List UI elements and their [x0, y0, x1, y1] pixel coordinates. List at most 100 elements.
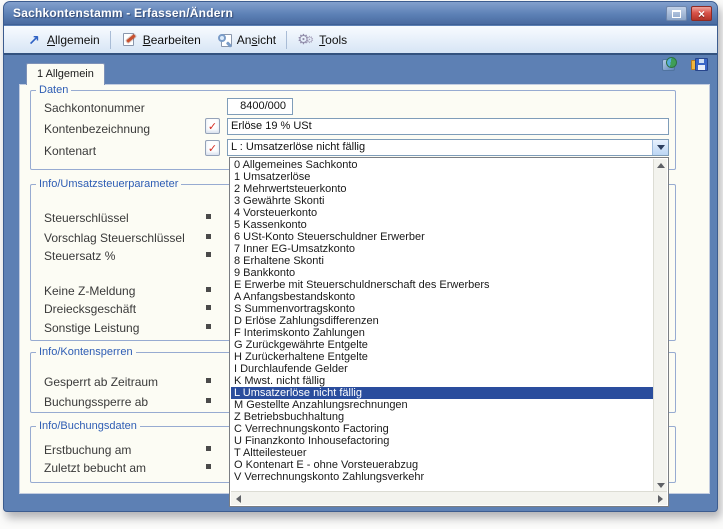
scroll-down-button[interactable]	[654, 479, 668, 491]
label-sonstige-leistung: Sonstige Leistung	[44, 321, 139, 335]
dropdown-item[interactable]: 8 Erhaltene Skonti	[231, 255, 653, 267]
scroll-left-button[interactable]	[231, 493, 245, 505]
label-kontenart: Kontenart	[44, 144, 96, 158]
scroll-up-button[interactable]	[654, 159, 668, 171]
chevron-down-icon	[657, 145, 665, 150]
field-marker	[206, 378, 211, 383]
dropdown-item[interactable]: T Altteilesteuer	[231, 447, 653, 459]
group-kontensperren-title: Info/Kontensperren	[36, 346, 136, 358]
toolbar-separator	[286, 31, 287, 49]
kontenbezeichnung-input[interactable]: Erlöse 19 % USt	[227, 118, 669, 135]
label-gesperrt-ab-zeitraum: Gesperrt ab Zeitraum	[44, 375, 158, 389]
field-marker	[206, 252, 211, 257]
dropdown-item[interactable]: Z Betriebsbuchhaltung	[231, 411, 653, 423]
vertical-scrollbar[interactable]	[653, 159, 667, 491]
group-daten-title: Daten	[36, 84, 71, 96]
field-marker	[206, 324, 211, 329]
label-keine-z-meldung: Keine Z-Meldung	[44, 284, 135, 298]
field-marker	[206, 464, 211, 469]
triangle-down-icon	[657, 483, 665, 488]
field-marker	[206, 214, 211, 219]
dropdown-item[interactable]: O Kontenart E - ohne Vorsteuerabzug	[231, 459, 653, 471]
horizontal-scrollbar[interactable]	[231, 491, 667, 505]
close-icon: ×	[698, 8, 705, 20]
dropdown-item[interactable]: H Zurückerhaltene Entgelte	[231, 351, 653, 363]
save-icon[interactable]	[691, 56, 709, 74]
triangle-left-icon	[236, 495, 241, 503]
dropdown-item[interactable]: K Mwst. nicht fällig	[231, 375, 653, 387]
arrow-up-right-icon: ↗	[25, 32, 43, 48]
label-vorschlag-steuerschluessel: Vorschlag Steuerschlüssel	[44, 231, 185, 245]
label-erstbuchung-am: Erstbuchung am	[44, 443, 131, 457]
close-button[interactable]: ×	[691, 6, 712, 21]
dropdown-item[interactable]: L Umsatzerlöse nicht fällig	[231, 387, 653, 399]
field-marker	[206, 398, 211, 403]
dropdown-item[interactable]: 0 Allgemeines Sachkonto	[231, 159, 653, 171]
dropdown-item[interactable]: C Verrechnungskonto Factoring	[231, 423, 653, 435]
menu-ansicht-label: Ansicht	[237, 33, 276, 47]
dropdown-item[interactable]: I Durchlaufende Gelder	[231, 363, 653, 375]
dropdown-item[interactable]: 6 USt-Konto Steuerschuldner Erwerber	[231, 231, 653, 243]
dropdown-item[interactable]: A Anfangsbestandskonto	[231, 291, 653, 303]
red-check-icon: ✓	[208, 142, 217, 155]
field-marker	[206, 446, 211, 451]
field-marker	[206, 287, 211, 292]
red-check-icon: ✓	[208, 120, 217, 133]
label-steuersatz: Steuersatz %	[44, 249, 115, 263]
group-umsatzsteuerparameter-title: Info/Umsatzsteuerparameter	[36, 178, 181, 190]
dropdown-items: 0 Allgemeines Sachkonto 1 Umsatzerlöse 2…	[231, 159, 653, 491]
kontenbezeichnung-check-button[interactable]: ✓	[205, 118, 220, 134]
sachkontonummer-input[interactable]: 8400/000	[227, 98, 293, 115]
label-steuerschluessel: Steuerschlüssel	[44, 211, 129, 225]
triangle-up-icon	[657, 163, 665, 168]
label-sachkontonummer: Sachkontonummer	[44, 101, 145, 115]
label-zuletzt-bebucht-am: Zuletzt bebucht am	[44, 461, 146, 475]
scroll-right-button[interactable]	[653, 493, 667, 505]
field-marker	[206, 305, 211, 310]
menu-tools[interactable]: ⚙⚙ Tools	[290, 30, 354, 50]
restore-button[interactable]	[666, 6, 687, 21]
menu-ansicht[interactable]: Ansicht	[208, 30, 283, 50]
dropdown-item[interactable]: 3 Gewährte Skonti	[231, 195, 653, 207]
label-buchungssperre-ab: Buchungssperre ab	[44, 395, 148, 409]
kontenart-dropdown-list: 0 Allgemeines Sachkonto 1 Umsatzerlöse 2…	[229, 157, 669, 507]
dropdown-item[interactable]: D Erlöse Zahlungsdifferenzen	[231, 315, 653, 327]
restore-icon	[672, 10, 681, 18]
kontenart-check-button[interactable]: ✓	[205, 140, 220, 156]
group-buchungsdaten-title: Info/Buchungsdaten	[36, 420, 140, 432]
dropdown-item[interactable]: 5 Kassenkonto	[231, 219, 653, 231]
toolbar: ↗ Allgemein Bearbeiten Ansicht ⚙⚙	[4, 26, 717, 55]
dropdown-item[interactable]: 2 Mehrwertsteuerkonto	[231, 183, 653, 195]
dropdown-item[interactable]: E Erwerbe mit Steuerschuldnerschaft des …	[231, 279, 653, 291]
field-marker	[206, 234, 211, 239]
dropdown-item[interactable]: 4 Vorsteuerkonto	[231, 207, 653, 219]
magnifier-icon	[215, 32, 233, 48]
dropdown-item[interactable]: S Summenvortragskonto	[231, 303, 653, 315]
menu-allgemein-label: Allgemein	[47, 33, 100, 47]
dropdown-item[interactable]: U Finanzkonto Inhousefactoring	[231, 435, 653, 447]
triangle-right-icon	[658, 495, 663, 503]
edit-tool-icon	[121, 32, 139, 48]
kontenart-combobox-value: L : Umsatzerlöse nicht fällig	[228, 140, 652, 155]
dropdown-item[interactable]: G Zurückgewährte Entgelte	[231, 339, 653, 351]
menu-bearbeiten[interactable]: Bearbeiten	[114, 30, 208, 50]
screen: Sachkontenstamm - Erfassen/Ändern × ↗ Al…	[0, 0, 723, 529]
titlebar: Sachkontenstamm - Erfassen/Ändern ×	[4, 2, 717, 25]
menu-allgemein[interactable]: ↗ Allgemein	[18, 30, 107, 50]
dropdown-item[interactable]: 7 Inner EG-Umsatzkonto	[231, 243, 653, 255]
dropdown-item[interactable]: 9 Bankkonto	[231, 267, 653, 279]
toolbar-separator	[110, 31, 111, 49]
globe-package-icon[interactable]	[661, 56, 679, 74]
kontenart-combobox[interactable]: L : Umsatzerlöse nicht fällig	[227, 139, 669, 156]
window-title: Sachkontenstamm - Erfassen/Ändern	[13, 6, 233, 20]
label-dreiecksgeschaeft: Dreiecksgeschäft	[44, 302, 136, 316]
dropdown-item[interactable]: F Interimskonto Zahlungen	[231, 327, 653, 339]
menu-tools-label: Tools	[319, 33, 347, 47]
tab-allgemein[interactable]: 1 Allgemein	[26, 63, 105, 85]
dropdown-item[interactable]: V Verrechnungskonto Zahlungsverkehr	[231, 471, 653, 483]
kontenart-dropdown-button[interactable]	[652, 140, 668, 155]
label-kontenbezeichnung: Kontenbezeichnung	[44, 122, 150, 136]
dropdown-item[interactable]: M Gestellte Anzahlungsrechnungen	[231, 399, 653, 411]
dropdown-item[interactable]: 1 Umsatzerlöse	[231, 171, 653, 183]
menu-bearbeiten-label: Bearbeiten	[143, 33, 201, 47]
